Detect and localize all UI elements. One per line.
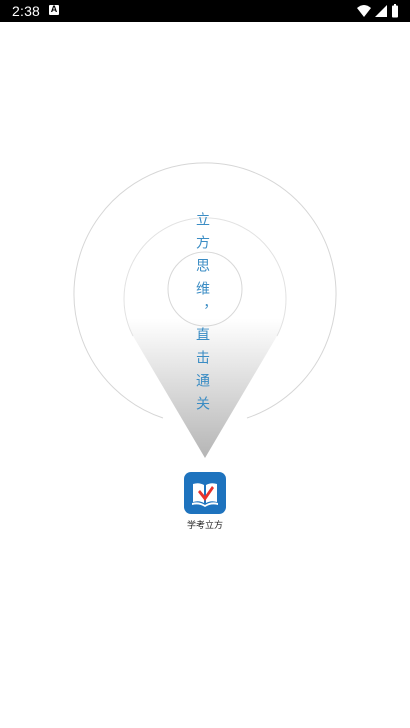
slogan-text: 立方思维，直击通关 <box>194 212 210 419</box>
app-logo-icon <box>184 472 226 514</box>
book-logo-icon <box>192 483 218 507</box>
app-name: 学考立方 <box>186 521 223 531</box>
